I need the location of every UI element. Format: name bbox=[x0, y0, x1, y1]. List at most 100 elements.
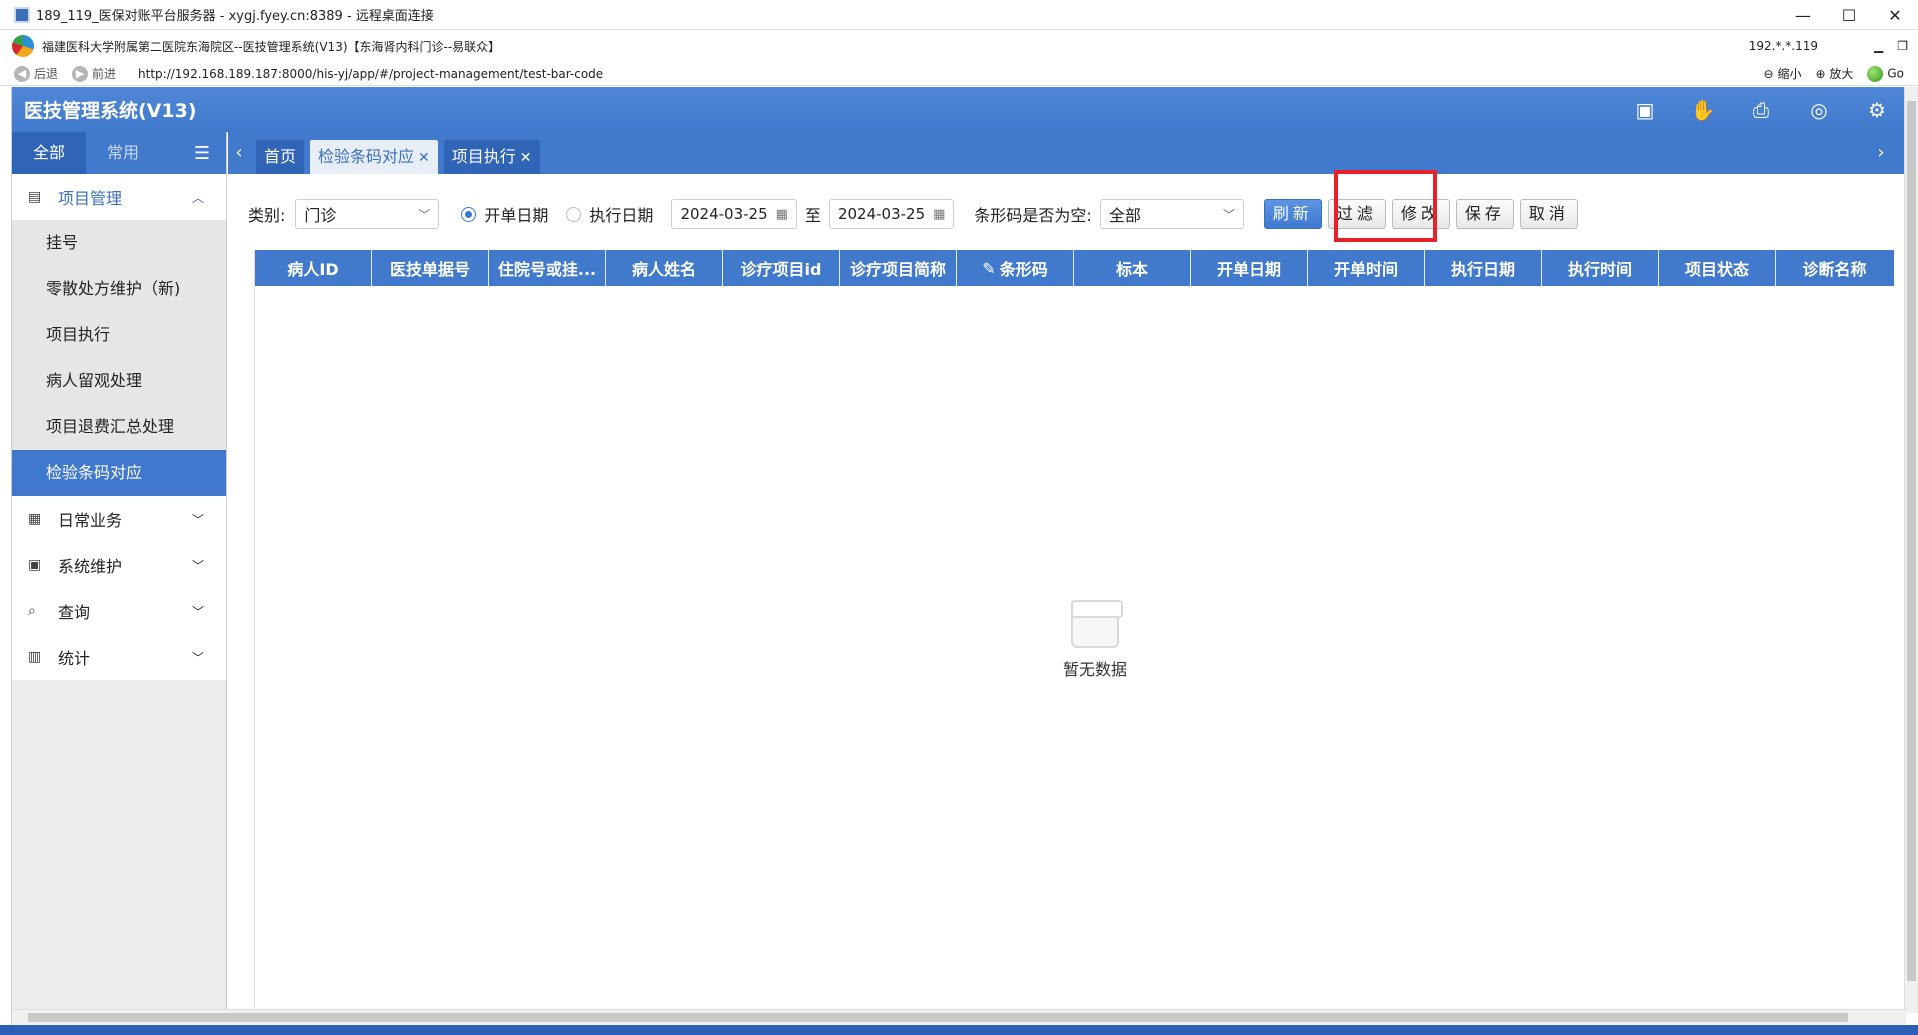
horizontal-scrollbar[interactable] bbox=[12, 1009, 1906, 1025]
hand-icon[interactable]: ✋ bbox=[1674, 98, 1732, 122]
menu-toggle-icon[interactable]: ☰ bbox=[194, 143, 210, 164]
category-select[interactable]: 门诊 ﹀ bbox=[295, 199, 440, 229]
radio-button[interactable] bbox=[461, 206, 477, 222]
forward-button[interactable]: ▶ 前进 bbox=[72, 65, 116, 82]
go-button[interactable]: Go bbox=[1867, 65, 1904, 82]
settings-eye-icon[interactable]: ◎ bbox=[1790, 98, 1848, 122]
id-card-icon[interactable]: ▣ bbox=[1616, 98, 1674, 122]
printer-icon[interactable]: ⎙ bbox=[1732, 98, 1790, 122]
sidebar-item-project-execution[interactable]: 项目执行 bbox=[12, 312, 226, 358]
column-header[interactable]: 住院号或挂... bbox=[489, 250, 606, 286]
sidebar-group-system-maintenance[interactable]: ▣ 系统维护 ﹀ bbox=[12, 542, 226, 588]
sidebar-group-label: 统计 bbox=[58, 649, 91, 668]
calendar-icon: ▦ bbox=[775, 206, 788, 222]
url-field[interactable]: http://192.168.189.187:8000/his-yj/app/#… bbox=[138, 67, 603, 81]
column-header[interactable]: 执行时间 bbox=[1542, 250, 1659, 286]
rdp-icon bbox=[14, 6, 30, 23]
tabs-scroll-right-icon[interactable]: › bbox=[1870, 132, 1892, 174]
sidebar-group-query[interactable]: ⌕ 查询 ﹀ bbox=[12, 588, 226, 634]
column-header[interactable]: 诊疗项目简称 bbox=[840, 250, 957, 286]
date-to-input[interactable]: 2024-03-25 ▦ bbox=[828, 199, 955, 229]
column-header[interactable]: 病人姓名 bbox=[606, 250, 723, 286]
column-header[interactable]: 诊断名称 bbox=[1776, 250, 1893, 286]
sidebar-tab-all[interactable]: 全部 bbox=[12, 132, 86, 174]
refresh-button[interactable]: 刷新 bbox=[1263, 199, 1322, 229]
chevron-down-icon: ﹀ bbox=[191, 512, 204, 527]
column-header[interactable]: 开单时间 bbox=[1308, 250, 1425, 286]
browser-minimize-button[interactable]: ▁ bbox=[1874, 39, 1883, 53]
sidebar-group-daily-business[interactable]: ▦ 日常业务 ﹀ bbox=[12, 496, 226, 542]
back-button[interactable]: ◀ 后退 bbox=[14, 65, 58, 82]
sidebar-group-label: 日常业务 bbox=[58, 511, 123, 530]
tab-project-execution[interactable]: 项目执行 ✕ bbox=[443, 140, 540, 174]
sidebar: 全部 常用 ☰ ▤ 项目管理 ︿ 挂号 零散处方维护（新) 项目执行 病人留观处… bbox=[12, 132, 227, 1012]
date-from-input[interactable]: 2024-03-25 ▦ bbox=[671, 199, 797, 229]
data-grid: 病人ID 医技单据号 住院号或挂... 病人姓名 诊疗项目id 诊疗项目简称 ✎… bbox=[254, 250, 1894, 1010]
sidebar-item-patient-observation[interactable]: 病人留观处理 bbox=[12, 358, 226, 404]
tab-label: 检验条码对应 bbox=[318, 147, 415, 166]
grid-header: 病人ID 医技单据号 住院号或挂... 病人姓名 诊疗项目id 诊疗项目简称 ✎… bbox=[255, 250, 1894, 286]
barcode-empty-select[interactable]: 全部 ﹀ bbox=[1099, 199, 1244, 229]
sidebar-group-statistics[interactable]: ▥ 统计 ﹀ bbox=[12, 634, 226, 680]
gear-icon[interactable]: ⚙ bbox=[1848, 98, 1906, 122]
chevron-down-icon: ﹀ bbox=[191, 604, 204, 619]
filter-toolbar: 类别: 门诊 ﹀ 开单日期 执行日期 2024-03-25 ▦ 至 2024-0… bbox=[248, 194, 1898, 234]
browser-title: 福建医科大学附属第二医院东海院区--医技管理系统(V13)【东海肾内科门诊--易… bbox=[42, 39, 501, 54]
vertical-scrollbar[interactable] bbox=[1904, 87, 1918, 1013]
tabs-scroll-left-icon[interactable]: ‹ bbox=[228, 132, 250, 174]
calendar-icon: ▦ bbox=[933, 206, 946, 222]
empty-text: 暂无数据 bbox=[1062, 660, 1127, 679]
chart-icon: ▥ bbox=[28, 649, 42, 665]
sidebar-item-registration[interactable]: 挂号 bbox=[12, 220, 226, 266]
zoom-out-icon: ⊖ bbox=[1763, 67, 1774, 81]
go-label: Go bbox=[1887, 66, 1904, 80]
monitor-icon: ▣ bbox=[28, 557, 42, 573]
close-tab-icon[interactable]: ✕ bbox=[418, 150, 430, 166]
minimize-button[interactable]: — bbox=[1780, 0, 1826, 30]
category-value: 门诊 bbox=[304, 206, 337, 225]
radio-exec-date[interactable]: 执行日期 bbox=[566, 202, 653, 226]
browser-restore-button[interactable]: ❐ bbox=[1897, 39, 1908, 53]
go-icon bbox=[1867, 65, 1884, 82]
scroll-thumb[interactable] bbox=[28, 1013, 1848, 1022]
save-button[interactable]: 保存 bbox=[1455, 199, 1514, 229]
cancel-button[interactable]: 取消 bbox=[1519, 199, 1578, 229]
radio-button[interactable] bbox=[566, 206, 582, 222]
close-tab-icon[interactable]: ✕ bbox=[520, 150, 532, 166]
sidebar-item-lab-barcode[interactable]: 检验条码对应 bbox=[12, 450, 226, 496]
zoom-out-button[interactable]: ⊖ 缩小 bbox=[1764, 65, 1802, 82]
tab-lab-barcode[interactable]: 检验条码对应 ✕ bbox=[310, 140, 438, 174]
column-header-barcode[interactable]: ✎ 条形码 bbox=[957, 250, 1074, 286]
left-edge bbox=[0, 87, 12, 1025]
column-header[interactable]: 项目状态 bbox=[1659, 250, 1776, 286]
app-header: 医技管理系统(V13) ▣ ✋ ⎙ ◎ ⚙ bbox=[12, 87, 1906, 132]
column-header[interactable]: 开单日期 bbox=[1191, 250, 1308, 286]
maximize-button[interactable]: ☐ bbox=[1826, 0, 1872, 30]
column-header-label: 条形码 bbox=[999, 260, 1048, 279]
tab-home[interactable]: 首页 bbox=[256, 140, 305, 174]
close-window-button[interactable]: ✕ bbox=[1872, 0, 1918, 30]
page-tab-bar: ‹ 首页 检验条码对应 ✕ 项目执行 ✕ › bbox=[228, 132, 1906, 174]
barcode-empty-value: 全部 bbox=[1108, 206, 1141, 225]
sidebar-group-project-management[interactable]: ▤ 项目管理 ︿ bbox=[12, 174, 226, 220]
app-title: 医技管理系统(V13) bbox=[24, 100, 197, 122]
chevron-down-icon: ﹀ bbox=[418, 207, 431, 222]
address-bar: ◀ 后退 ▶ 前进 http://192.168.189.187:8000/hi… bbox=[0, 62, 1918, 86]
column-header[interactable]: 医技单据号 bbox=[372, 250, 489, 286]
column-header[interactable]: 执行日期 bbox=[1425, 250, 1542, 286]
empty-state: 暂无数据 bbox=[1055, 600, 1135, 680]
scroll-thumb[interactable] bbox=[1907, 101, 1916, 981]
radio-open-date[interactable]: 开单日期 bbox=[461, 202, 548, 226]
column-header[interactable]: 病人ID bbox=[255, 250, 372, 286]
sidebar-item-refund-summary[interactable]: 项目退费汇总处理 bbox=[12, 404, 226, 450]
sidebar-group-label: 查询 bbox=[58, 603, 91, 622]
sidebar-item-prescription-maintenance[interactable]: 零散处方维护（新) bbox=[12, 266, 226, 312]
column-header[interactable]: 诊疗项目id bbox=[723, 250, 840, 286]
sidebar-tab-common[interactable]: 常用 bbox=[86, 132, 160, 174]
ip-label: 192.*.*.119 bbox=[1748, 39, 1818, 53]
calendar-icon: ▦ bbox=[28, 511, 42, 527]
column-header[interactable]: 标本 bbox=[1074, 250, 1191, 286]
zoom-in-button[interactable]: ⊕ 放大 bbox=[1815, 65, 1853, 82]
document-icon: ▤ bbox=[28, 189, 42, 205]
chevron-down-icon: ﹀ bbox=[191, 650, 204, 665]
